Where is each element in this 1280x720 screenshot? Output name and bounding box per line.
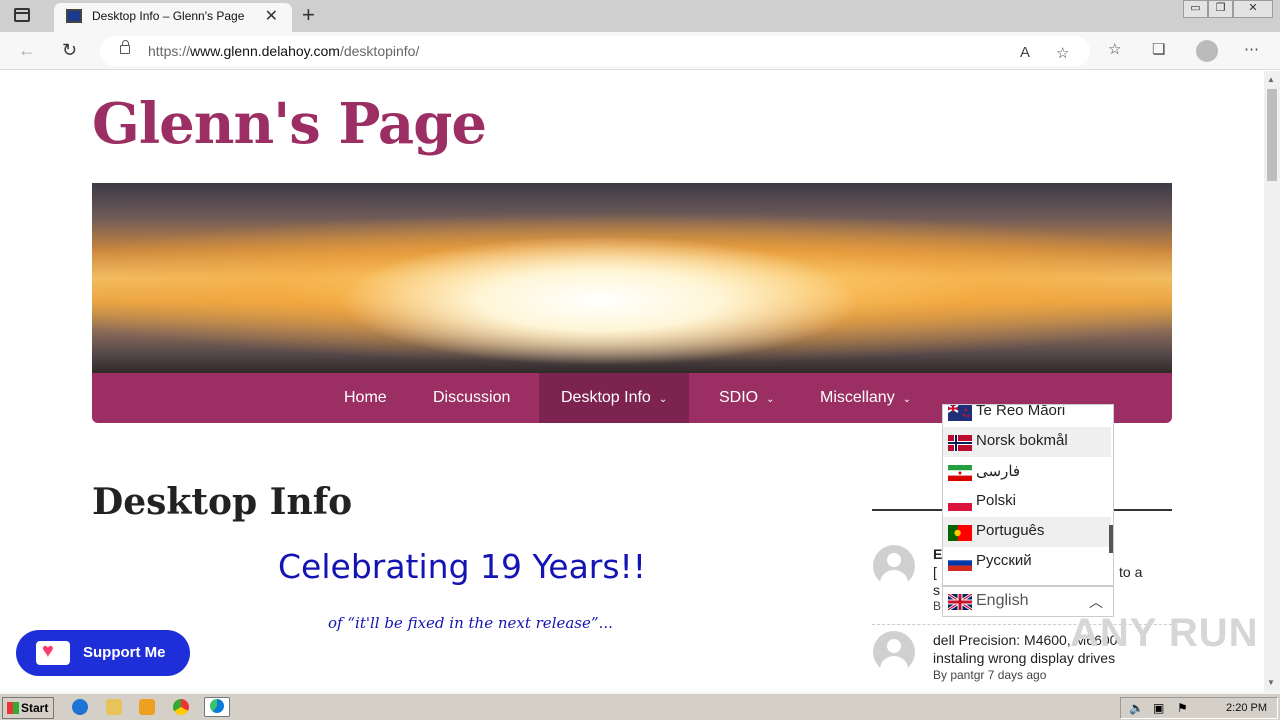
add-favorite-icon[interactable]: ☆ xyxy=(1056,44,1069,62)
language-options-list[interactable]: Te Reo Māori Norsk bokmål فارسی Polski P… xyxy=(942,404,1114,586)
tab-actions-icon[interactable] xyxy=(14,8,30,22)
page-scrollbar[interactable]: ▲ ▼ xyxy=(1264,71,1280,692)
restore-icon[interactable]: ❐ xyxy=(1208,0,1233,18)
internet-explorer-icon[interactable] xyxy=(72,699,88,715)
clock: 2:20 PM xyxy=(1226,702,1267,714)
nav-sdio[interactable]: SDIO ⌄ xyxy=(697,373,797,423)
profile-icon[interactable] xyxy=(1196,40,1218,62)
lock-icon xyxy=(120,40,130,54)
volume-icon[interactable]: 🔈 xyxy=(1129,701,1144,715)
windows-logo-icon xyxy=(7,702,19,714)
comment-title[interactable]: E xyxy=(933,546,942,562)
language-option[interactable]: Te Reo Māori xyxy=(943,405,1111,427)
scroll-thumb[interactable] xyxy=(1267,89,1277,181)
portugal-flag-icon xyxy=(948,525,972,541)
support-label: Support Me xyxy=(83,644,166,661)
url-text: https://www.glenn.delahoy.com/desktopinf… xyxy=(148,43,420,59)
nz-flag-icon xyxy=(948,405,972,421)
page-viewport: Glenn's Page Home Discussion Desktop Inf… xyxy=(0,71,1264,692)
celebrate-heading: Celebrating 19 Years!! xyxy=(278,547,647,586)
read-aloud-icon[interactable]: A xyxy=(1020,44,1030,61)
chrome-icon[interactable] xyxy=(173,699,189,715)
scroll-up-icon[interactable]: ▲ xyxy=(1267,75,1275,84)
uk-flag-icon xyxy=(948,594,972,610)
language-option[interactable]: Русский xyxy=(943,547,1111,577)
collections-icon[interactable]: ❏ xyxy=(1152,40,1165,58)
comment-excerpt: [ xyxy=(933,564,937,580)
edge-icon xyxy=(210,699,224,713)
comment-meta: B xyxy=(933,599,942,613)
site-title[interactable]: Glenn's Page xyxy=(92,91,487,157)
chevron-down-icon: ⌄ xyxy=(902,394,912,405)
tab-bar: Desktop Info – Glenn's Page ✕ + ▭ ❐ ✕ xyxy=(0,0,1280,32)
flag-icon[interactable]: ⚑ xyxy=(1177,701,1188,715)
system-tray: 🔈 ▣ ⚑ 2:20 PM xyxy=(1120,697,1278,719)
tab-title: Desktop Info – Glenn's Page xyxy=(92,9,245,23)
comment-excerpt: s xyxy=(933,582,940,598)
scroll-down-icon[interactable]: ▼ xyxy=(1267,678,1275,687)
support-me-button[interactable]: Support Me xyxy=(16,630,190,676)
poland-flag-icon xyxy=(948,495,972,511)
settings-more-icon[interactable]: ⋯ xyxy=(1244,40,1259,58)
file-explorer-icon[interactable] xyxy=(106,699,122,715)
language-option[interactable]: Polski xyxy=(943,487,1111,517)
taskbar: Start 🔈 ▣ ⚑ 2:20 PM xyxy=(0,692,1280,720)
media-player-icon[interactable] xyxy=(139,699,155,715)
address-field[interactable]: https://www.glenn.delahoy.com/desktopinf… xyxy=(100,36,1090,66)
language-selector[interactable]: English ︿ xyxy=(942,586,1114,617)
header-banner-image xyxy=(92,183,1172,373)
back-icon[interactable]: ← xyxy=(18,40,36,61)
nav-desktop-info[interactable]: Desktop Info ⌄ xyxy=(539,373,690,423)
tagline: of “it'll be fixed in the next release”.… xyxy=(328,614,613,632)
close-window-icon[interactable]: ✕ xyxy=(1233,0,1273,18)
tab-close-icon[interactable]: ✕ xyxy=(265,6,278,26)
avatar xyxy=(873,631,915,673)
nav-discussion[interactable]: Discussion xyxy=(411,373,532,423)
kofi-cup-icon xyxy=(36,640,70,665)
refresh-icon[interactable]: ↻ xyxy=(62,40,77,61)
chevron-down-icon: ⌄ xyxy=(658,394,668,405)
site-favicon-icon xyxy=(66,9,82,23)
language-option[interactable]: Português xyxy=(943,517,1111,547)
chevron-up-icon: ︿ xyxy=(1089,594,1103,610)
watermark: ANY RUN xyxy=(1070,611,1259,655)
new-tab-icon[interactable]: + xyxy=(302,2,315,28)
norway-flag-icon xyxy=(948,435,972,451)
comment-excerpt: to a xyxy=(1119,564,1143,580)
nav-miscellany[interactable]: Miscellany ⌄ xyxy=(798,373,933,423)
iran-flag-icon xyxy=(948,465,972,481)
current-language: English xyxy=(976,592,1029,609)
language-option[interactable]: Norsk bokmål xyxy=(943,427,1111,457)
page-title: Desktop Info xyxy=(92,481,353,523)
browser-tab[interactable]: Desktop Info – Glenn's Page ✕ xyxy=(54,3,292,32)
avatar xyxy=(873,545,915,587)
nav-home[interactable]: Home xyxy=(322,373,409,423)
minimize-icon[interactable]: ▭ xyxy=(1183,0,1208,18)
language-option[interactable]: فارسی xyxy=(943,457,1111,487)
chevron-down-icon: ⌄ xyxy=(766,394,775,405)
favorites-icon[interactable]: ☆ xyxy=(1108,40,1121,58)
edge-taskbar-button[interactable] xyxy=(204,697,230,717)
language-list-scrollbar[interactable] xyxy=(1109,525,1113,553)
network-icon[interactable]: ▣ xyxy=(1153,701,1164,715)
start-button[interactable]: Start xyxy=(2,697,54,719)
comment-meta: By pantgr 7 days ago xyxy=(933,668,1047,682)
address-toolbar: ← ↻ https://www.glenn.delahoy.com/deskto… xyxy=(0,32,1280,70)
russia-flag-icon xyxy=(948,555,972,571)
